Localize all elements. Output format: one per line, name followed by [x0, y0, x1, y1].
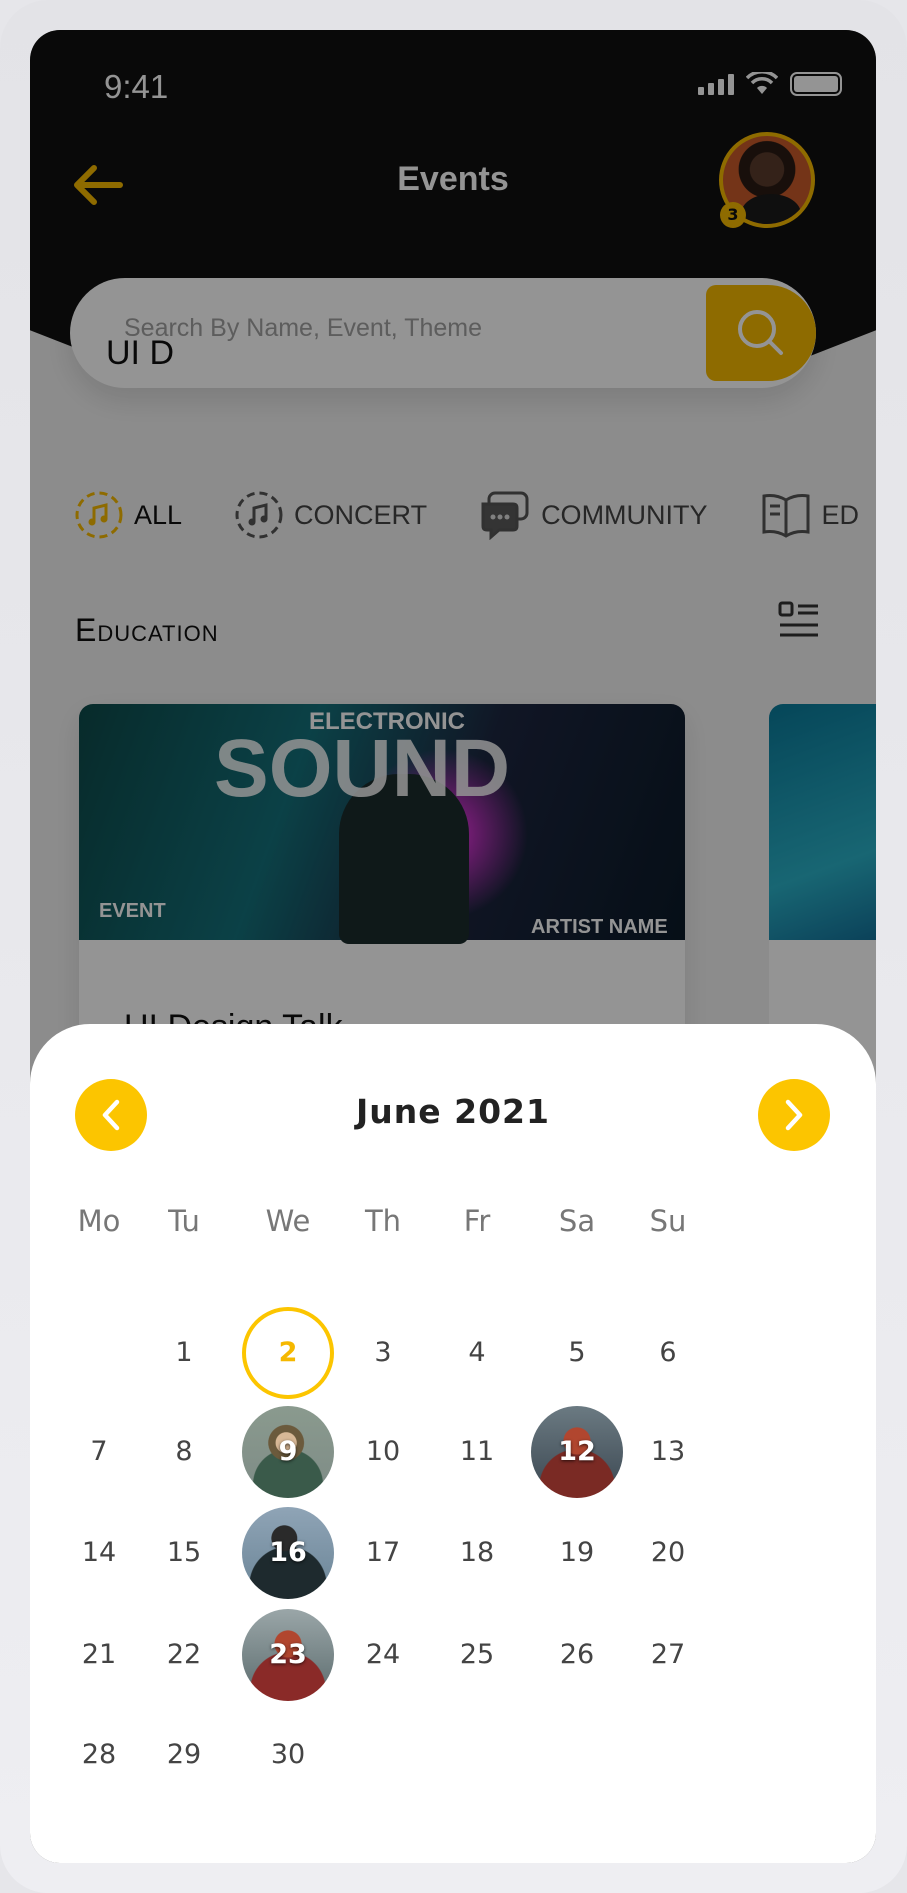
device-frame: 9:41 Events 3 Search By Name, Event, The…	[0, 0, 907, 1893]
calendar-day[interactable]: 15	[138, 1507, 230, 1599]
month-label: June 2021	[356, 1092, 550, 1131]
calendar-day[interactable]: 19	[531, 1507, 623, 1599]
calendar-day[interactable]: 14	[53, 1507, 145, 1599]
weekday-label: Fr	[463, 1204, 491, 1238]
calendar-day-event[interactable]: 16	[242, 1507, 334, 1599]
calendar-day[interactable]: 3	[337, 1307, 429, 1399]
weekday-label: Sa	[558, 1204, 596, 1238]
calendar-day[interactable]: 27	[622, 1609, 714, 1701]
calendar-day[interactable]: 4	[431, 1307, 523, 1399]
calendar-day[interactable]: 30	[242, 1709, 334, 1801]
weekday-label: Su	[649, 1204, 687, 1238]
calendar-day[interactable]: 24	[337, 1609, 429, 1701]
calendar-day[interactable]: 20	[622, 1507, 714, 1599]
weekday-label: Tu	[168, 1204, 200, 1238]
chevron-right-icon	[785, 1099, 803, 1131]
calendar-day[interactable]: 18	[431, 1507, 523, 1599]
calendar-day[interactable]: 8	[138, 1406, 230, 1498]
calendar-day[interactable]: 22	[138, 1609, 230, 1701]
weekday-label: Th	[364, 1204, 402, 1238]
calendar-day-selected[interactable]: 2	[242, 1307, 334, 1399]
calendar-day-event[interactable]: 23	[242, 1609, 334, 1701]
calendar-day-number: 16	[269, 1537, 307, 1568]
calendar-day[interactable]: 1	[138, 1307, 230, 1399]
next-month-button[interactable]	[758, 1079, 830, 1151]
calendar-day[interactable]: 10	[337, 1406, 429, 1498]
calendar-day[interactable]: 25	[431, 1609, 523, 1701]
calendar-day-event[interactable]: 9	[242, 1406, 334, 1498]
calendar-day[interactable]: 7	[53, 1406, 145, 1498]
calendar-day[interactable]: 29	[138, 1709, 230, 1801]
calendar-day-number: 12	[558, 1436, 596, 1467]
weekday-label: Mo	[77, 1204, 121, 1238]
calendar-day[interactable]: 17	[337, 1507, 429, 1599]
calendar-day[interactable]: 11	[431, 1406, 523, 1498]
calendar-day[interactable]: 13	[622, 1406, 714, 1498]
calendar-sheet: June 2021 Mo Tu We Th Fr Sa Su 1 2 3 4 5 6 7 8 9 10 11 12…	[30, 1024, 876, 1863]
app-screen: 9:41 Events 3 Search By Name, Event, The…	[30, 30, 876, 1863]
calendar-day-number: 23	[269, 1639, 307, 1670]
calendar-day-number: 9	[278, 1436, 298, 1467]
calendar-day[interactable]: 28	[53, 1709, 145, 1801]
calendar-day[interactable]: 21	[53, 1609, 145, 1701]
calendar-day-event[interactable]: 12	[531, 1406, 623, 1498]
calendar-day[interactable]: 6	[622, 1307, 714, 1399]
calendar-day[interactable]: 5	[531, 1307, 623, 1399]
weekday-label: We	[265, 1204, 311, 1238]
calendar-day[interactable]: 26	[531, 1609, 623, 1701]
